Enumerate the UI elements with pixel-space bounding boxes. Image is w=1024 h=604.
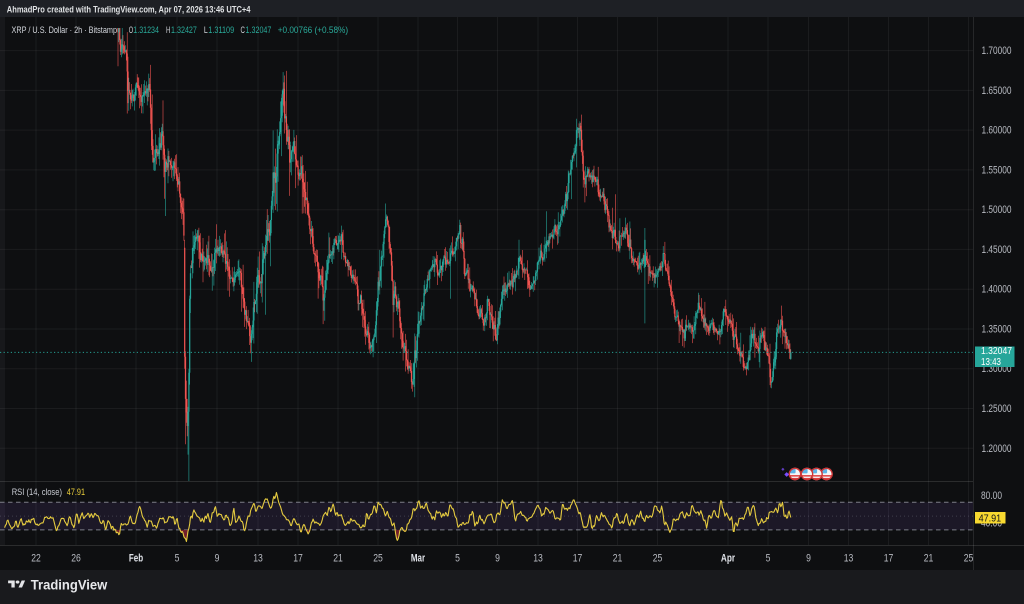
svg-text:1.25000: 1.25000	[982, 403, 1012, 415]
svg-text:22: 22	[31, 553, 41, 565]
svg-text:21: 21	[613, 553, 623, 565]
svg-text:17: 17	[573, 553, 583, 565]
svg-text:Apr: Apr	[721, 553, 736, 565]
svg-text:1.20000: 1.20000	[982, 443, 1012, 455]
svg-text:+0.00766 (+0.58%): +0.00766 (+0.58%)	[278, 25, 348, 36]
svg-text:1.65000: 1.65000	[982, 85, 1012, 97]
svg-text:1.45000: 1.45000	[982, 244, 1012, 256]
svg-text:26: 26	[71, 553, 81, 565]
svg-text:L: L	[204, 25, 208, 36]
svg-text:47.91: 47.91	[979, 513, 1002, 524]
svg-text:13:43: 13:43	[981, 357, 1001, 368]
svg-text:1.50000: 1.50000	[982, 204, 1012, 216]
svg-text:C: C	[241, 25, 245, 36]
svg-text:21: 21	[924, 553, 934, 565]
svg-text:25: 25	[653, 553, 663, 565]
svg-text:21: 21	[333, 553, 343, 565]
svg-text:RSI (14, close): RSI (14, close)	[12, 487, 62, 498]
svg-text:XRP / U.S. Dollar · 2h · Bitst: XRP / U.S. Dollar · 2h · Bitstamp	[12, 25, 118, 36]
svg-text:1.32047: 1.32047	[981, 345, 1012, 357]
svg-text:25: 25	[964, 553, 974, 565]
svg-text:Mar: Mar	[411, 553, 426, 565]
svg-text:1.31109: 1.31109	[208, 25, 234, 36]
svg-text:13: 13	[253, 553, 263, 565]
svg-text:1.55000: 1.55000	[982, 164, 1012, 176]
svg-text:1.60000: 1.60000	[982, 125, 1012, 137]
svg-text:AhmadPro created with TradingV: AhmadPro created with TradingView.com, A…	[7, 4, 251, 15]
svg-text:1.32047: 1.32047	[246, 25, 272, 36]
svg-text:17: 17	[293, 553, 303, 565]
svg-text:1.70000: 1.70000	[982, 45, 1012, 57]
svg-text:5: 5	[455, 553, 460, 565]
svg-text:80.00: 80.00	[981, 490, 1002, 502]
svg-text:47.91: 47.91	[67, 487, 85, 498]
svg-text:25: 25	[373, 553, 383, 565]
svg-text:13: 13	[844, 553, 854, 565]
svg-text:TradingView: TradingView	[31, 577, 108, 592]
svg-text:9: 9	[495, 553, 500, 565]
svg-text:1.32427: 1.32427	[171, 25, 197, 36]
svg-text:17: 17	[884, 553, 894, 565]
svg-text:1.31234: 1.31234	[133, 25, 159, 36]
svg-text:9: 9	[806, 553, 811, 565]
svg-text:1.35000: 1.35000	[982, 324, 1012, 336]
svg-text:5: 5	[175, 553, 180, 565]
svg-text:H: H	[166, 25, 170, 36]
svg-text:13: 13	[533, 553, 543, 565]
svg-text:9: 9	[215, 553, 220, 565]
svg-text:5: 5	[766, 553, 771, 565]
svg-text:Feb: Feb	[129, 553, 143, 565]
svg-text:1.40000: 1.40000	[982, 284, 1012, 296]
